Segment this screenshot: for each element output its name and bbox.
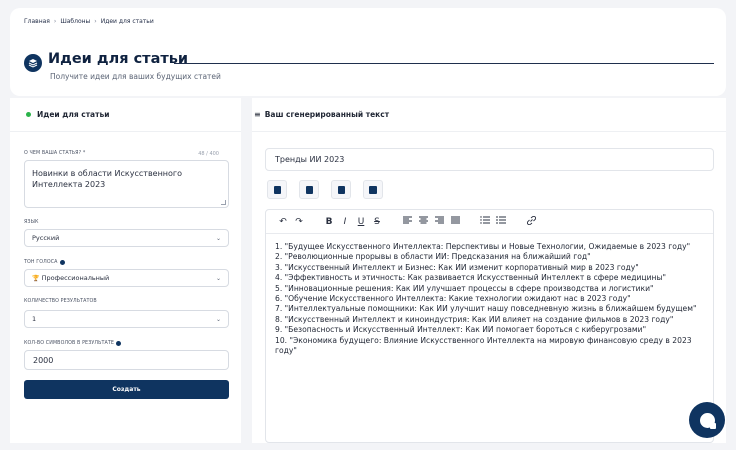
content-line: 4. "Эффективность и этичность: Как разви… (275, 273, 666, 283)
results-count-label: КОЛИЧЕСТВО РЕЗУЛЬТАТОВ (24, 299, 97, 304)
export-file-button[interactable] (299, 180, 319, 199)
breadcrumb-home[interactable]: Главная (24, 18, 50, 25)
content-line: 3. "Искусственный Интеллект и Бизнес: Ка… (275, 262, 639, 272)
resize-handle-icon[interactable] (221, 200, 226, 205)
copy-icon (337, 185, 345, 194)
result-panel: ≡ Ваш сгенерированный текст Тренды ИИ 20… (252, 98, 726, 443)
page-subtitle: Получите идеи для ваших будущих статей (50, 72, 221, 81)
chat-bubble-icon (699, 412, 716, 429)
align-right-icon[interactable] (432, 216, 446, 227)
chevron-down-icon: ⌄ (215, 274, 221, 282)
save-button[interactable] (363, 180, 383, 199)
language-label: ЯЗЫК (24, 220, 39, 225)
breadcrumb: Главная › Шаблоны › Идеи для статьи (24, 18, 154, 25)
char-count-label: КОЛ-ВО СИМВОЛОВ В РЕЗУЛЬТАТЕ (24, 341, 122, 346)
file-icon (305, 185, 313, 194)
status-dot-icon (26, 112, 31, 117)
topic-char-counter: 48 / 400 (198, 151, 219, 157)
text-align-icon: ≡ (254, 110, 261, 119)
breadcrumb-separator: › (53, 18, 57, 25)
content-line: 1. "Будущее Искусственного Интеллекта: П… (275, 242, 691, 251)
align-justify-icon[interactable] (448, 216, 462, 227)
copy-button[interactable] (331, 180, 351, 199)
underline-button[interactable]: U (354, 217, 368, 227)
tone-value-text: Профессиональный (41, 274, 110, 282)
content-line: 2. "Революционные прорывы в области ИИ: … (275, 252, 591, 262)
link-icon[interactable] (524, 215, 538, 228)
char-count-label-text: КОЛ-ВО СИМВОЛОВ В РЕЗУЛЬТАТЕ (24, 341, 115, 346)
page-header: Главная › Шаблоны › Идеи для статьи Идеи… (10, 8, 726, 96)
content-line: 10. "Экономика будущего: Влияние Искусст… (275, 335, 692, 356)
title-divider (174, 63, 714, 64)
ordered-list-icon[interactable] (478, 216, 492, 227)
doc-file-icon (273, 185, 281, 194)
settings-panel-title: Идеи для статьи (37, 110, 110, 119)
info-icon[interactable] (116, 341, 122, 346)
undo-icon[interactable]: ↶ (276, 217, 290, 227)
settings-panel: Идеи для статьи О ЧЕМ ВАША СТАТЬЯ? * 48 … (10, 98, 241, 443)
result-panel-header: ≡ Ваш сгенерированный текст (252, 98, 726, 132)
text-editor[interactable]: ↶ ↷ B I U S 1. "Будущее Искусственного И… (265, 209, 714, 443)
content-line: 8. "Искусственный Интеллект и киноиндуст… (275, 314, 674, 324)
document-title-input[interactable]: Тренды ИИ 2023 (265, 148, 714, 171)
italic-button[interactable]: I (338, 217, 352, 227)
editor-toolbar: ↶ ↷ B I U S (266, 210, 713, 234)
results-count-value: 1 (32, 315, 37, 323)
result-panel-title: Ваш сгенерированный текст (264, 110, 390, 119)
align-left-icon[interactable] (400, 216, 414, 227)
document-title-value: Тренды ИИ 2023 (275, 155, 345, 164)
tone-value: 🏆 Профессиональный (32, 274, 109, 282)
export-doc-button[interactable] (267, 180, 287, 199)
chevron-down-icon: ⌄ (215, 234, 221, 242)
tone-label: ТОН ГОЛОСА (24, 260, 65, 265)
tone-label-text: ТОН ГОЛОСА (24, 260, 58, 265)
editor-content[interactable]: 1. "Будущее Искусственного Интеллекта: П… (266, 234, 713, 356)
content-line: 6. "Обучение Искусственного Интеллекта: … (275, 294, 631, 304)
breadcrumb-current: Идеи для статьи (100, 18, 154, 25)
trophy-icon: 🏆 (32, 275, 40, 282)
topic-label: О ЧЕМ ВАША СТАТЬЯ? * (24, 151, 86, 156)
content-line: 5. "Инновационные решения: Как ИИ улучша… (275, 283, 654, 293)
char-count-value: 2000 (33, 355, 54, 365)
breadcrumb-separator: › (94, 18, 97, 25)
tone-select[interactable]: 🏆 Профессиональный ⌄ (24, 269, 229, 287)
chevron-down-icon: ⌄ (215, 315, 221, 323)
chat-widget-button[interactable] (689, 402, 725, 438)
strikethrough-button[interactable]: S (370, 217, 384, 227)
page-title: Идеи для статьи (48, 51, 189, 67)
topic-value: Новинки в области Искусственного Интелле… (32, 169, 183, 189)
language-value: Русский (32, 234, 60, 242)
results-count-select[interactable]: 1 ⌄ (24, 310, 229, 328)
language-select[interactable]: Русский ⌄ (24, 229, 229, 247)
char-count-input[interactable]: 2000 (24, 350, 229, 370)
breadcrumb-templates[interactable]: Шаблоны (60, 18, 90, 25)
document-actions (267, 180, 383, 199)
topic-textarea[interactable]: Новинки в области Искусственного Интелле… (24, 160, 229, 208)
create-button[interactable]: Создать (24, 380, 229, 399)
content-line: 7. "Интеллектуальные помощники: Как ИИ у… (275, 304, 697, 314)
bullet-list-icon[interactable] (494, 216, 508, 227)
save-icon (369, 185, 377, 194)
info-icon[interactable] (59, 260, 65, 265)
redo-icon[interactable]: ↷ (292, 217, 306, 227)
content-line: 9. "Безопасность и Искусственный Интелле… (275, 325, 647, 335)
layers-icon (24, 54, 42, 72)
settings-panel-header: Идеи для статьи (10, 98, 241, 132)
align-center-icon[interactable] (416, 216, 430, 227)
bold-button[interactable]: B (322, 217, 336, 227)
